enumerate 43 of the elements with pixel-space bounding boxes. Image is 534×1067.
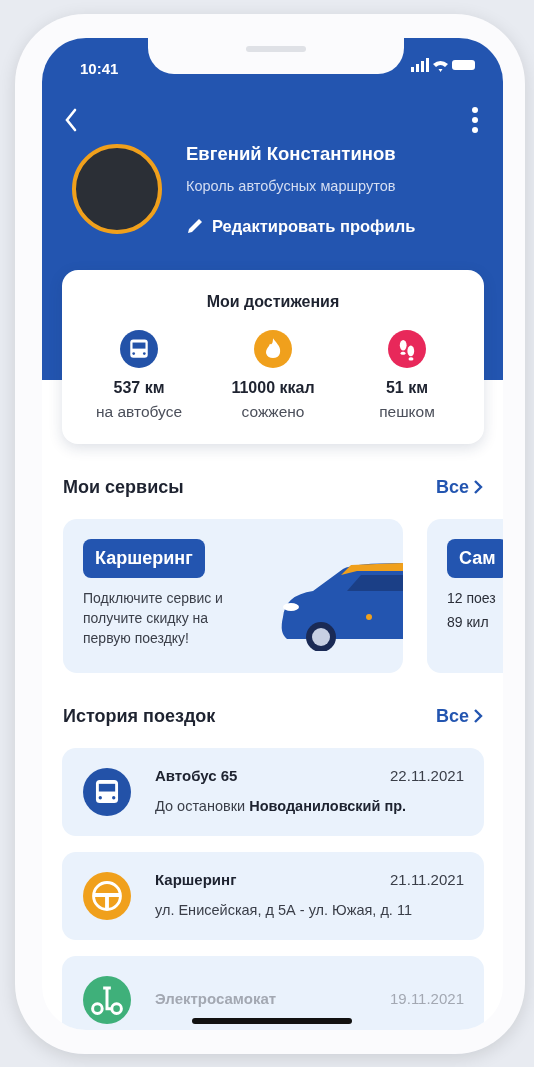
trip-title: Каршеринг [155,870,237,891]
achievement-label: на автобусе [96,402,182,423]
service-description: Подключите сервис и получите скидку на первую поездку! [83,588,224,649]
wifi-icon [433,58,448,72]
trip-date: 19.11.2021 [390,989,464,1010]
status-time: 10:41 [80,59,119,79]
achievements-title: Мои достижения [205,292,341,313]
service-card[interactable]: Каршеринг Подключите сервис и получите скидку на первую поездку! [63,518,403,673]
see-all-link[interactable]: Все [435,473,483,501]
achievement-label: пешком [379,402,435,423]
profile-name: Евгений Константинов [186,142,397,166]
chevron-right-icon [473,479,483,495]
pencil-icon [186,216,204,235]
edit-profile-link[interactable]: Редактировать профиль [186,213,416,239]
achievement-value: 51 км [385,378,429,399]
back-button[interactable] [64,108,78,132]
see-all-link[interactable]: Все [435,702,483,730]
trip-card[interactable]: Автобус 65 22.11.2021 До остановки Новоданиловский пр. [62,747,484,836]
service-tag: Сам [447,538,503,578]
trip-date: 21.11.2021 [390,870,464,891]
service-stat: 12 поез [447,588,497,608]
section-title: История поездок [63,704,216,728]
trip-card[interactable]: Каршеринг 21.11.2021 ул. Енисейская, д 5А - ул. Южая, д. 11 [62,851,484,940]
back-icon [64,108,78,132]
battery-icon [452,60,475,70]
more-icon [471,106,479,134]
signal-icon [411,58,429,72]
section-title: Мои сервисы [63,475,184,499]
trip-title: Автобус 65 [155,766,238,787]
chevron-right-icon [473,708,483,724]
trip-title: Электросамокат [155,989,277,1010]
achievement-label: сожжено [241,402,305,423]
achievement-value: 11000 ккал [231,378,315,399]
service-stat: 89 кил [447,613,490,632]
trip-route: До остановки Новоданиловский пр. [155,796,408,816]
service-tag: Каршеринг [83,538,205,578]
speaker-grille [246,46,306,52]
achievement-value: 537 км [113,378,165,399]
profile-subtitle: Король автобусных маршрутов [186,176,397,196]
trip-route: ул. Енисейская, д 5А - ул. Южая, д. 11 [155,900,413,920]
service-card[interactable]: Сам 12 поез 89 кил [427,518,503,673]
trip-date: 22.11.2021 [390,766,464,787]
more-button[interactable] [471,106,479,134]
